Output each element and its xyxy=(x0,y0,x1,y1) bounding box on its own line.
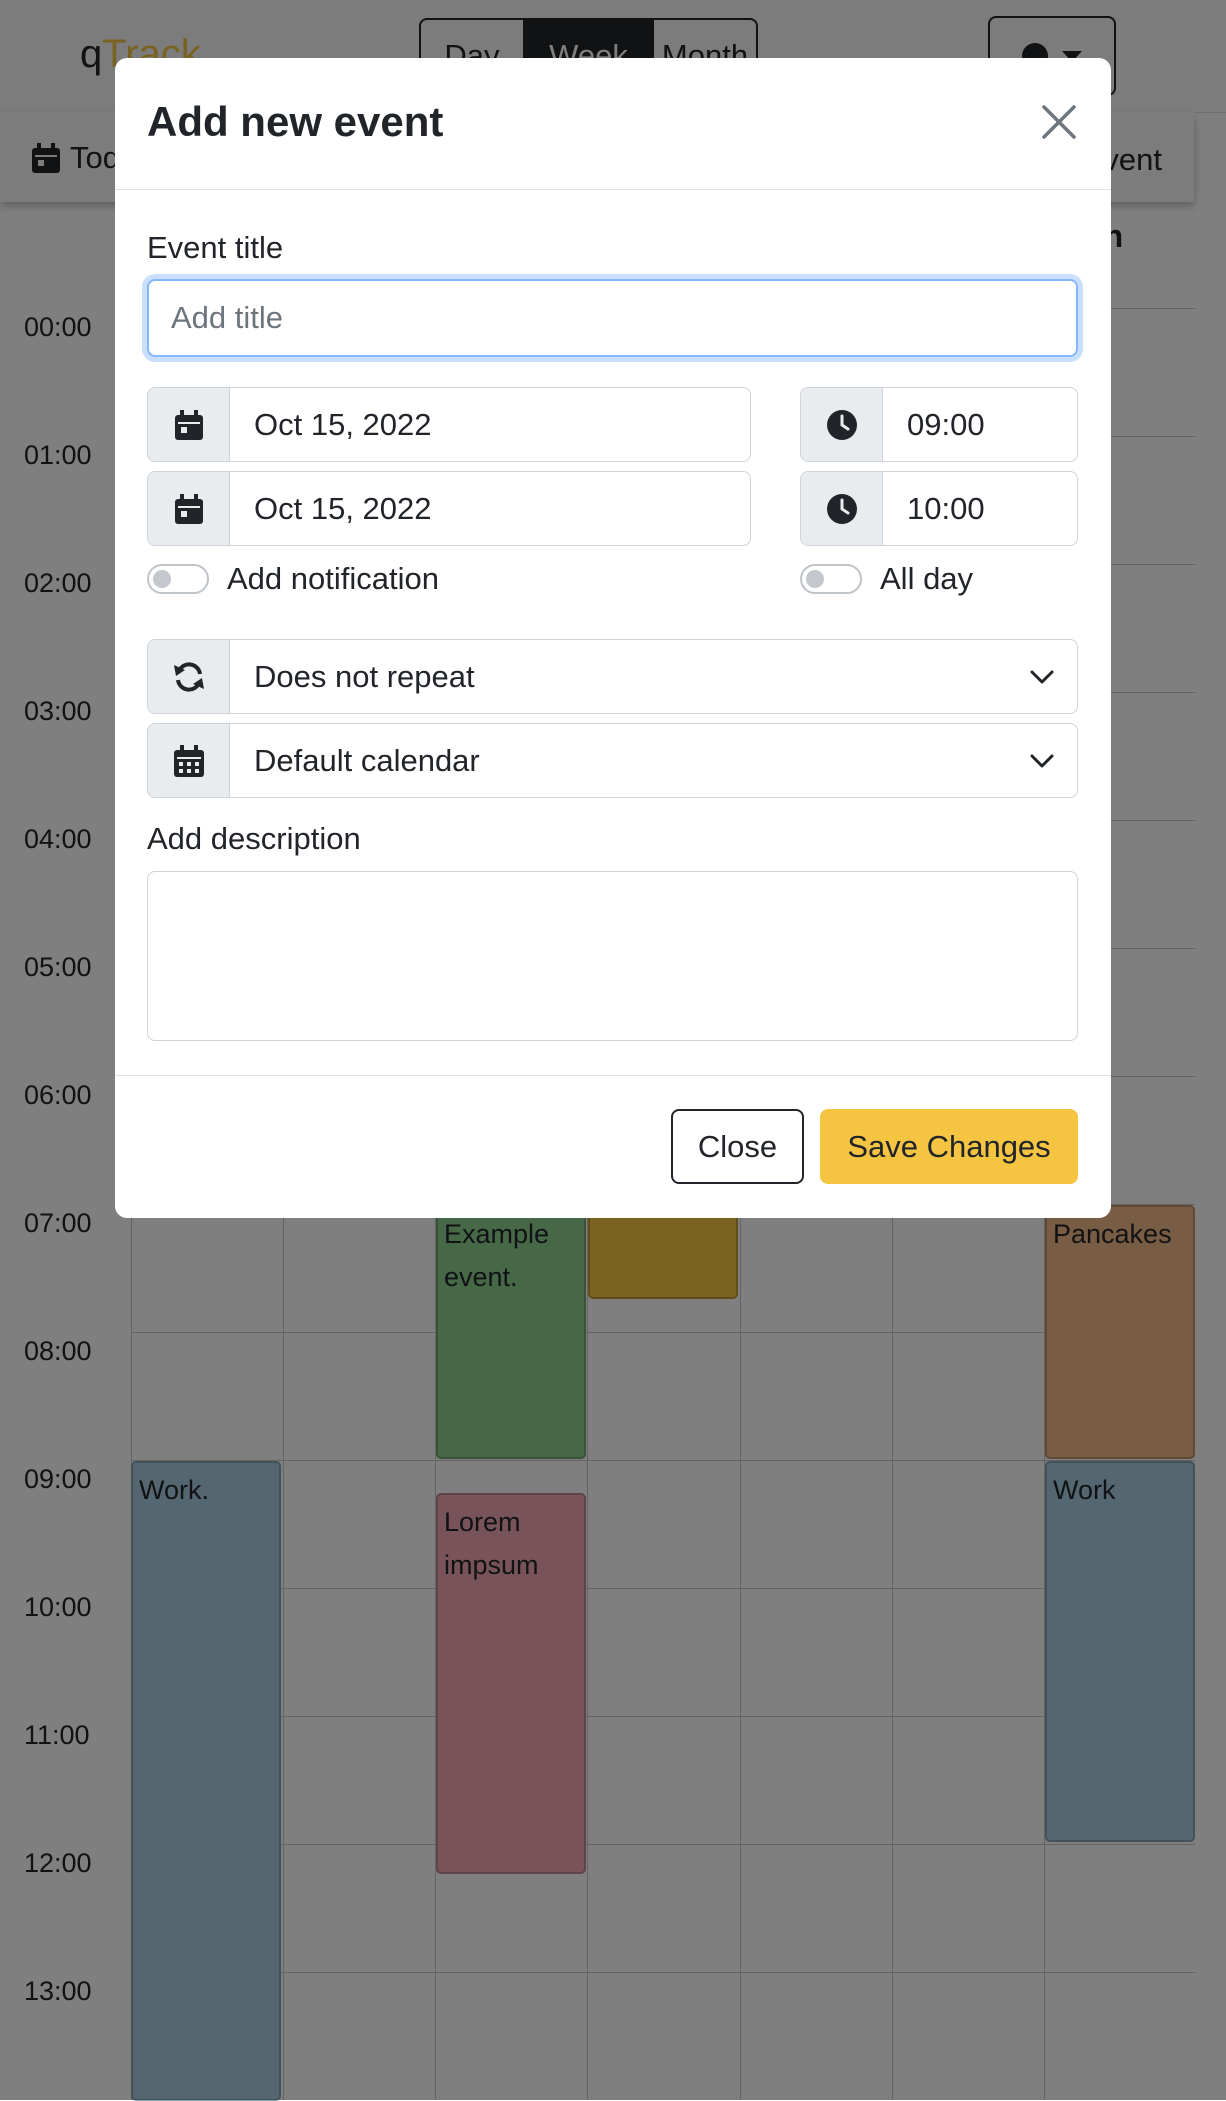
start-date-addon xyxy=(148,388,230,461)
repeat-select[interactable]: Does not repeat xyxy=(147,639,1078,714)
start-time-value: 09:00 xyxy=(907,406,985,442)
calendar-value: Default calendar xyxy=(254,742,480,778)
clock-icon xyxy=(826,409,857,440)
calendar-grid-icon xyxy=(173,744,204,777)
calendar-icon xyxy=(174,493,203,524)
clock-icon xyxy=(826,493,857,524)
chevron-down-icon xyxy=(1007,724,1077,797)
repeat-icon xyxy=(173,661,204,692)
repeat-addon xyxy=(148,640,230,713)
modal-title: Add new event xyxy=(147,98,444,145)
notification-toggle[interactable] xyxy=(147,564,209,594)
start-time-field[interactable]: 09:00 xyxy=(800,387,1078,462)
toggle-knob xyxy=(153,570,171,588)
end-time-field[interactable]: 10:00 xyxy=(800,471,1078,546)
description-textarea[interactable] xyxy=(147,871,1078,1041)
repeat-value: Does not repeat xyxy=(254,658,475,694)
modal-footer-divider xyxy=(115,1075,1111,1076)
modal-header: Add new event xyxy=(115,58,1111,190)
start-date-field[interactable]: Oct 15, 2022 xyxy=(147,387,751,462)
add-event-modal: Add new event Event title Oct 15, 2022 0… xyxy=(115,58,1111,1218)
start-time-addon xyxy=(801,388,883,461)
end-time-addon xyxy=(801,472,883,545)
close-button[interactable]: Close xyxy=(671,1109,804,1184)
save-changes-button[interactable]: Save Changes xyxy=(820,1109,1078,1184)
start-date-value: Oct 15, 2022 xyxy=(254,406,432,442)
calendar-select[interactable]: Default calendar xyxy=(147,723,1078,798)
all-day-toggle[interactable] xyxy=(800,564,862,594)
all-day-label: All day xyxy=(880,561,974,596)
description-label: Add description xyxy=(147,821,361,856)
end-time-value: 10:00 xyxy=(907,490,985,526)
calendar-icon xyxy=(174,409,203,440)
calendar-addon xyxy=(148,724,230,797)
event-title-label: Event title xyxy=(147,230,284,265)
end-date-field[interactable]: Oct 15, 2022 xyxy=(147,471,751,546)
toggle-knob xyxy=(806,570,824,588)
notification-label: Add notification xyxy=(227,561,439,596)
end-date-addon xyxy=(148,472,230,545)
end-date-value: Oct 15, 2022 xyxy=(254,490,432,526)
event-title-input[interactable] xyxy=(147,279,1078,357)
close-icon[interactable] xyxy=(1041,104,1077,140)
chevron-down-icon xyxy=(1007,640,1077,713)
